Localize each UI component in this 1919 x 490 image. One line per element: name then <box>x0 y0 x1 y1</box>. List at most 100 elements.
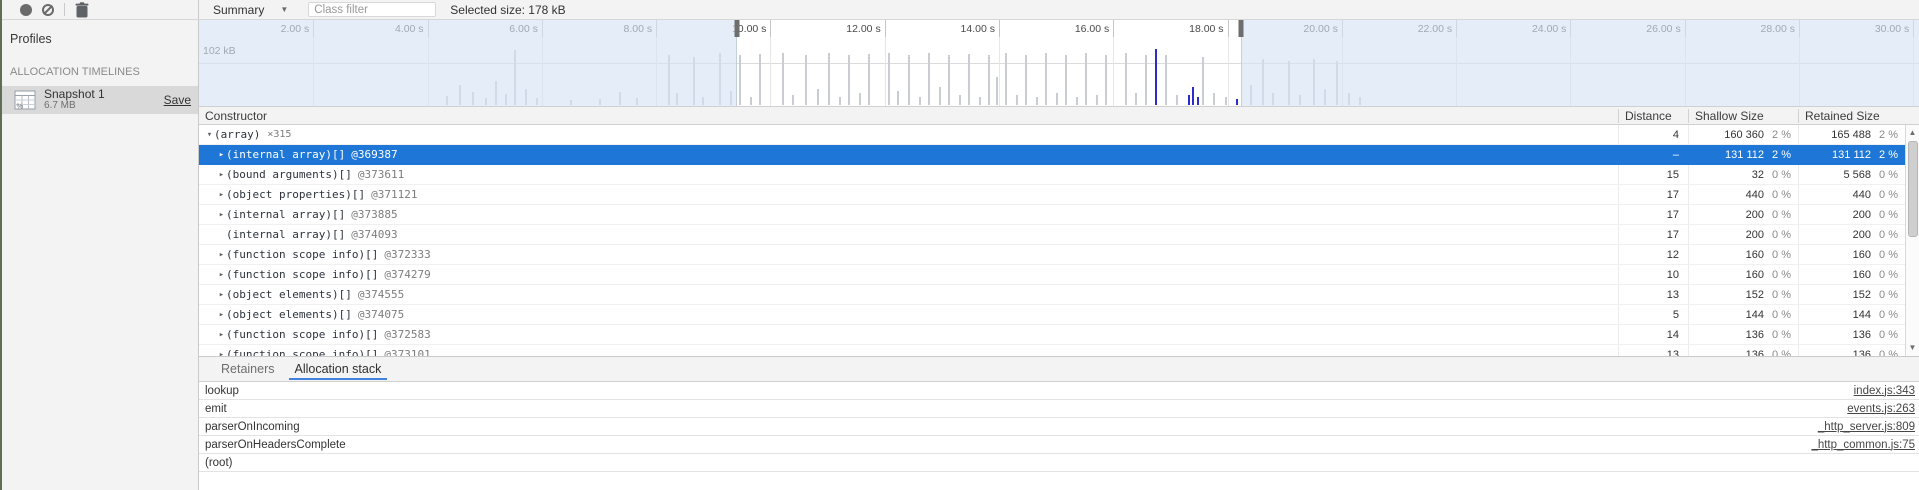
heap-object-row[interactable]: ▸(object properties)[]@371121174400 %440… <box>199 185 1905 205</box>
stack-frame-row[interactable]: parserOnIncoming_http_server.js:809 <box>199 418 1919 436</box>
record-button[interactable] <box>20 4 32 16</box>
tab-allocation-stack[interactable]: Allocation stack <box>285 357 392 381</box>
expand-arrow-icon[interactable]: ▸ <box>217 350 226 357</box>
expand-arrow-icon[interactable]: ▸ <box>217 310 226 320</box>
column-header-scroll-spacer <box>1905 107 1919 124</box>
collapse-arrow-icon[interactable]: ▾ <box>205 130 214 140</box>
vertical-scrollbar[interactable]: ▲ ▼ <box>1905 125 1919 356</box>
heap-object-row[interactable]: ▸(object elements)[]@37407551440 %1440 % <box>199 305 1905 325</box>
selection-handle-right[interactable] <box>1239 20 1244 37</box>
stack-frame-row[interactable]: emitevents.js:263 <box>199 400 1919 418</box>
expand-arrow-icon[interactable]: ▸ <box>217 210 226 220</box>
distance-cell: 13 <box>1618 345 1688 356</box>
constructor-cell: ▸(bound arguments)[]@373611 <box>199 165 1618 184</box>
heap-object-row[interactable]: ▾(array)×3154160 3602 %165 4882 % <box>199 125 1905 145</box>
shallow-size-cell: 1600 % <box>1688 245 1798 264</box>
class-filter-input[interactable] <box>308 2 436 17</box>
heap-object-row[interactable]: ▸(internal array)[]@369387–131 1122 %131… <box>199 145 1905 165</box>
source-link[interactable]: events.js:263 <box>1847 403 1919 415</box>
object-id: @372333 <box>384 248 430 261</box>
constructor-cell: ▸(function scope info)[]@372583 <box>199 325 1618 344</box>
expand-arrow-icon[interactable]: ▸ <box>217 150 226 160</box>
shallow-size-cell: 1360 % <box>1688 325 1798 344</box>
ruler-tick-mark <box>770 20 771 37</box>
size-percent: 0 % <box>1871 249 1905 261</box>
allocation-timeline-overview[interactable]: 102 kB 2.00 s4.00 s6.00 s8.00 s10.00 s12… <box>199 20 1919 106</box>
size-value: 200 <box>1689 229 1764 241</box>
heap-object-row[interactable]: ▸(function scope info)[]@372333121600 %1… <box>199 245 1905 265</box>
size-value: 160 360 <box>1689 129 1764 141</box>
distance-cell: 17 <box>1618 205 1688 224</box>
size-value: 160 <box>1799 269 1871 281</box>
size-percent: 0 % <box>1871 349 1905 357</box>
trash-icon <box>75 2 89 18</box>
size-percent: 0 % <box>1764 269 1798 281</box>
constructor-cell: ▾(array)×315 <box>199 125 1618 144</box>
selection-handle-left[interactable] <box>735 20 740 37</box>
perspective-select[interactable]: Summary ▼ <box>207 0 294 19</box>
ruler-tick-mark <box>1113 20 1114 37</box>
column-header-retained-size[interactable]: Retained Size <box>1798 109 1905 123</box>
clear-profiles-button[interactable] <box>42 4 54 16</box>
size-value: 32 <box>1689 169 1764 181</box>
heap-object-row[interactable]: ▸(function scope info)[]@374279101600 %1… <box>199 265 1905 285</box>
constructor-name: (object properties)[] <box>226 188 365 201</box>
shallow-size-cell: 4400 % <box>1688 185 1798 204</box>
distance-cell: 15 <box>1618 165 1688 184</box>
expand-arrow-icon[interactable]: ▸ <box>217 170 226 180</box>
size-value: 152 <box>1799 289 1871 301</box>
allocation-bar <box>1165 55 1167 105</box>
size-value: 160 <box>1799 249 1871 261</box>
allocation-bar <box>1076 97 1078 105</box>
scrollbar-thumb[interactable] <box>1908 141 1918 237</box>
heap-object-row[interactable]: ▸(bound arguments)[]@37361115320 %5 5680… <box>199 165 1905 185</box>
delete-profile-button[interactable] <box>75 2 89 18</box>
column-header-constructor[interactable]: Constructor <box>199 109 1618 123</box>
heap-object-row[interactable]: ▸(function scope info)[]@372583141360 %1… <box>199 325 1905 345</box>
source-link[interactable]: _http_common.js:75 <box>1811 439 1919 451</box>
sidebar-item-snapshot-1[interactable]: % Snapshot 1 6.7 MB Save <box>0 86 198 114</box>
object-id: @374279 <box>384 268 430 281</box>
retained-size-cell: 1360 % <box>1798 345 1905 356</box>
retained-size-cell: 5 5680 % <box>1798 165 1905 184</box>
stack-frame-row[interactable]: lookupindex.js:343 <box>199 382 1919 400</box>
object-id: @373101 <box>384 348 430 356</box>
size-percent: 0 % <box>1764 309 1798 321</box>
expand-arrow-icon[interactable]: ▸ <box>217 330 226 340</box>
stack-frame-row[interactable]: parserOnHeadersComplete_http_common.js:7… <box>199 436 1919 454</box>
expand-arrow-icon[interactable]: ▸ <box>217 190 226 200</box>
size-value: 131 112 <box>1689 149 1764 161</box>
allocation-bar <box>1005 53 1007 105</box>
svg-text:%: % <box>17 102 24 111</box>
heap-object-row[interactable]: ▸(object elements)[]@374555131520 %1520 … <box>199 285 1905 305</box>
stack-frame-row[interactable]: (root) <box>199 454 1919 472</box>
expand-arrow-icon[interactable]: ▸ <box>217 270 226 280</box>
selection-veil-right <box>1241 20 1919 106</box>
size-value: 136 <box>1799 349 1871 357</box>
allocation-bar <box>897 91 899 105</box>
column-header-distance[interactable]: Distance <box>1618 109 1688 123</box>
snapshot-meta: Snapshot 1 6.7 MB <box>44 88 164 111</box>
source-link[interactable]: index.js:343 <box>1854 385 1919 397</box>
allocation-bar <box>1176 95 1178 105</box>
source-link[interactable]: _http_server.js:809 <box>1818 421 1919 433</box>
allocation-bar <box>1213 93 1215 105</box>
heap-object-row[interactable]: (internal array)[]@374093172000 %2000 % <box>199 225 1905 245</box>
heap-object-row[interactable]: ▸(internal array)[]@373885172000 %2000 % <box>199 205 1905 225</box>
distance-cell: 4 <box>1618 125 1688 144</box>
stack-frame-function: lookup <box>199 385 1854 397</box>
allocation-bar <box>939 87 941 105</box>
ruler-tick-line <box>999 20 1000 106</box>
scroll-up-icon[interactable]: ▲ <box>1906 127 1919 139</box>
expand-arrow-icon[interactable]: ▸ <box>217 250 226 260</box>
tab-retainers[interactable]: Retainers <box>211 357 285 381</box>
scroll-down-icon[interactable]: ▼ <box>1906 342 1919 354</box>
save-link[interactable]: Save <box>164 93 191 107</box>
size-percent: 0 % <box>1871 269 1905 281</box>
size-percent: 2 % <box>1764 129 1798 141</box>
selected-size-label: Selected size: 178 kB <box>450 3 565 17</box>
column-header-shallow-size[interactable]: Shallow Size <box>1688 109 1798 123</box>
toolbar-left <box>0 0 199 19</box>
heap-object-row[interactable]: ▸(function scope info)[]@373101131360 %1… <box>199 345 1905 356</box>
expand-arrow-icon[interactable]: ▸ <box>217 290 226 300</box>
